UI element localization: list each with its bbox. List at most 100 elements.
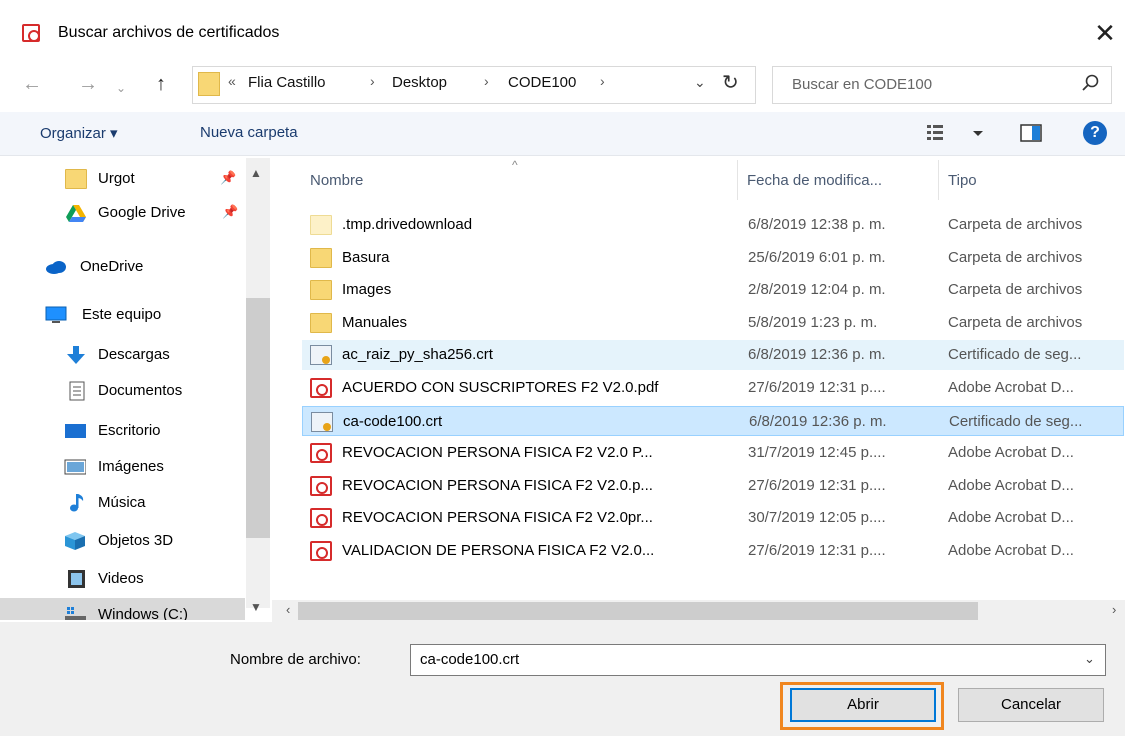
file-row[interactable]: Manuales 5/8/2019 1:23 p. m. Carpeta de ar… (302, 308, 1124, 338)
file-name: Manuales (342, 314, 408, 331)
file-row[interactable]: REVOCACION PERSONA FISICA F2 V2.0 P... 31… (302, 438, 1124, 468)
folder-icon (198, 72, 220, 96)
3d-objects-icon (65, 532, 85, 550)
folder-icon (310, 280, 332, 300)
file-type: Carpeta de archivos (948, 314, 1083, 331)
breadcrumb-item[interactable]: Desktop (392, 74, 447, 91)
sidebar-item-this-pc[interactable]: Este equipo (0, 298, 245, 332)
file-row[interactable]: ca-code100.crt 6/8/2019 12:36 p. m. Certif… (302, 406, 1124, 436)
breadcrumb-separator[interactable]: › (370, 73, 375, 89)
file-row[interactable]: Basura 25/6/2019 6:01 p. m. Carpeta de arc… (302, 243, 1124, 273)
sidebar-item-documents[interactable]: Documentos (0, 374, 245, 408)
folder-icon (310, 215, 332, 235)
file-date: 30/7/2019 12:05 p.... (748, 509, 886, 526)
file-row[interactable]: REVOCACION PERSONA FISICA F2 V2.0pr... 30… (302, 503, 1124, 533)
refresh-icon[interactable]: ↻ (722, 70, 739, 95)
google-drive-icon (66, 205, 86, 222)
column-divider[interactable] (938, 160, 939, 200)
sidebar-item-3d-objects[interactable]: Objetos 3D (0, 524, 245, 558)
breadcrumb-item[interactable]: CODE100 (508, 74, 576, 91)
column-header-name[interactable]: Nombre (310, 172, 363, 189)
breadcrumb-item[interactable]: Flia Castillo (248, 74, 326, 91)
app-pdf-icon (22, 24, 40, 42)
file-row[interactable]: ac_raiz_py_sha256.crt 6/8/2019 12:36 p. m… (302, 340, 1124, 370)
sidebar-item-desktop[interactable]: Escritorio (0, 414, 245, 448)
sidebar-item-windows-c[interactable]: Windows (C:) (0, 598, 245, 620)
scroll-down-icon[interactable]: ▼ (250, 600, 262, 614)
search-icon[interactable] (1080, 72, 1102, 94)
pdf-file-icon (310, 476, 332, 496)
file-type: Adobe Acrobat D... (948, 509, 1074, 526)
scroll-left-icon[interactable]: ‹ (286, 602, 290, 617)
sidebar-item-pictures[interactable]: Imágenes (0, 450, 245, 484)
drive-icon (65, 607, 86, 620)
file-type: Carpeta de archivos (948, 281, 1083, 298)
file-name: ca-code100.crt (343, 413, 443, 430)
sidebar-item-label: Este equipo (82, 306, 162, 323)
cancel-button[interactable]: Cancelar (958, 688, 1104, 722)
file-name: ac_raiz_py_sha256.crt (342, 346, 493, 363)
file-name: REVOCACION PERSONA FISICA F2 V2.0pr... (342, 509, 653, 526)
help-icon[interactable]: ? (1083, 121, 1107, 145)
scroll-right-icon[interactable]: › (1112, 602, 1116, 617)
sidebar-scroll-thumb[interactable] (246, 298, 270, 538)
file-row[interactable]: REVOCACION PERSONA FISICA F2 V2.0.p... 27… (302, 471, 1124, 501)
preview-pane-icon[interactable] (1020, 124, 1042, 142)
close-button[interactable]: ✕ (1090, 18, 1120, 48)
file-name: ACUERDO CON SUSCRIPTORES F2 V2.0.pdf (342, 379, 659, 396)
sidebar-item-downloads[interactable]: Descargas (0, 338, 245, 372)
open-button[interactable]: Abrir (790, 688, 936, 722)
file-row[interactable]: VALIDACION DE PERSONA FISICA F2 V2.0... 2… (302, 536, 1124, 566)
file-row[interactable]: ACUERDO CON SUSCRIPTORES F2 V2.0.pdf 27/6… (302, 373, 1124, 403)
horizontal-scroll-thumb[interactable] (298, 602, 978, 620)
file-type: Adobe Acrobat D... (948, 542, 1074, 559)
desktop-icon (65, 424, 86, 438)
file-row[interactable]: .tmp.drivedownload 6/8/2019 12:38 p. m. Ca… (302, 210, 1124, 240)
breadcrumb-overflow[interactable]: « (228, 73, 236, 89)
sidebar-item-google-drive[interactable]: Google Drive 📌 (0, 196, 245, 230)
pin-icon: 📌 (220, 170, 237, 185)
file-name: VALIDACION DE PERSONA FISICA F2 V2.0... (342, 542, 655, 559)
sidebar-item-label: Descargas (98, 346, 170, 363)
column-header-date[interactable]: Fecha de modifica... (747, 172, 882, 189)
new-folder-button[interactable]: Nueva carpeta (200, 124, 298, 141)
folder-icon (310, 313, 332, 333)
music-icon (70, 494, 84, 512)
column-header-type[interactable]: Tipo (948, 172, 977, 189)
forward-arrow-icon[interactable]: → (78, 72, 98, 96)
file-date: 27/6/2019 12:31 p.... (748, 477, 886, 494)
pictures-icon (64, 459, 86, 475)
breadcrumb-separator[interactable]: › (484, 73, 489, 89)
scroll-up-icon[interactable]: ▲ (250, 166, 262, 180)
pdf-file-icon (310, 443, 332, 463)
chevron-down-icon[interactable]: ⌄ (1084, 651, 1095, 667)
videos-icon (68, 570, 85, 588)
change-view-icon[interactable] (925, 122, 987, 144)
file-name: .tmp.drivedownload (342, 216, 473, 233)
up-arrow-icon[interactable]: ↑ (156, 72, 166, 96)
window-title: Buscar archivos de certificados (58, 24, 280, 41)
file-type: Certificado de seg... (948, 346, 1082, 363)
sidebar-item-label: Windows (C:) (98, 606, 189, 620)
sidebar-item-urgot[interactable]: Urgot 📌 (0, 162, 245, 196)
file-type: Adobe Acrobat D... (948, 477, 1074, 494)
certificate-icon (311, 412, 333, 432)
breadcrumb-separator[interactable]: › (600, 73, 605, 89)
file-row[interactable]: Images 2/8/2019 12:04 p. m. Carpeta de arc… (302, 275, 1124, 305)
file-date: 5/8/2019 1:23 p. m. (748, 314, 878, 331)
file-date: 6/8/2019 12:38 p. m. (748, 216, 886, 233)
filename-value[interactable]: ca-code100.crt (420, 651, 519, 668)
column-divider[interactable] (737, 160, 738, 200)
sidebar-item-onedrive[interactable]: OneDrive (0, 250, 245, 284)
computer-icon (45, 306, 67, 323)
back-arrow-icon[interactable]: ← (22, 72, 42, 96)
address-dropdown-icon[interactable]: ⌄ (694, 74, 706, 91)
sidebar-item-music[interactable]: Música (0, 486, 245, 520)
sidebar-item-label: OneDrive (80, 258, 144, 275)
sidebar-item-videos[interactable]: Videos (0, 562, 245, 596)
organize-button[interactable]: Organizar ▾ (40, 124, 118, 142)
pin-icon: 📌 (222, 204, 239, 219)
sidebar-item-label: Google Drive (98, 204, 186, 221)
file-date: 31/7/2019 12:45 p.... (748, 444, 886, 461)
recent-locations-chevron-icon[interactable]: ⌄ (116, 76, 126, 100)
